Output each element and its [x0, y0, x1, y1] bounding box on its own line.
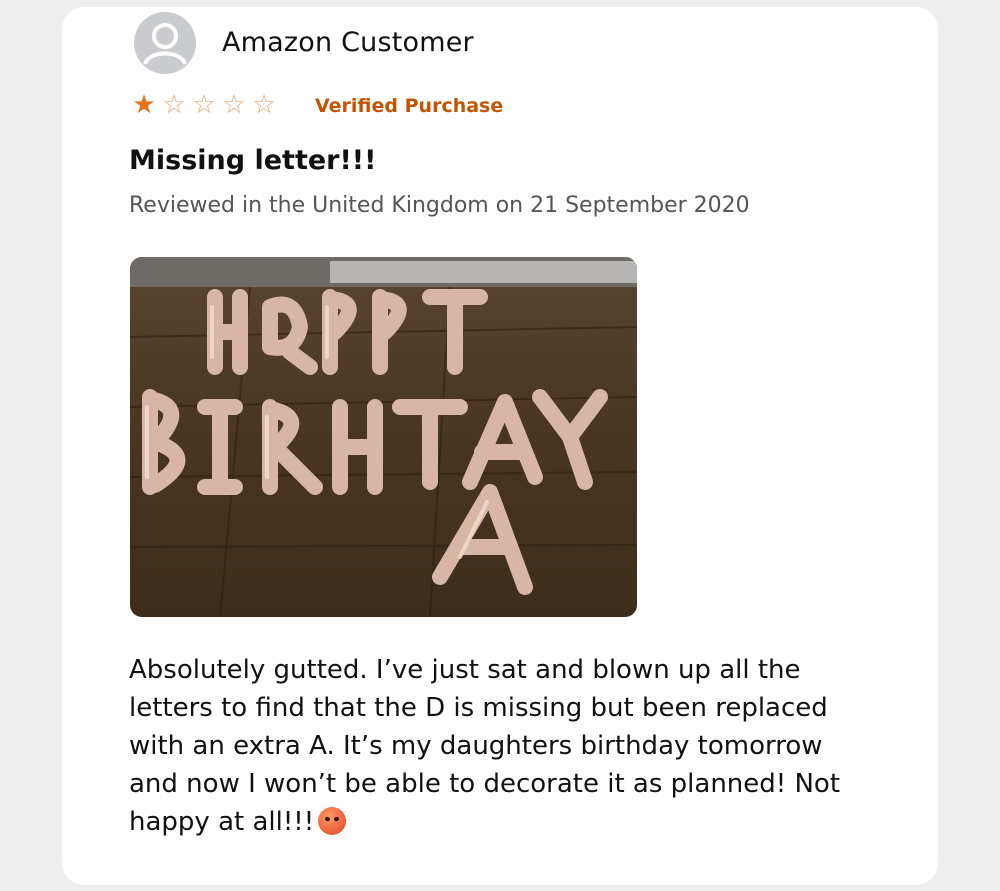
star-filled-icon: ★: [132, 90, 156, 120]
review-title: Missing letter!!!: [129, 145, 377, 176]
star-empty-icon: ☆: [192, 90, 216, 120]
star-rating: ★ ☆ ☆ ☆ ☆: [129, 91, 279, 119]
star-empty-icon: ☆: [252, 90, 276, 120]
review-meta: Reviewed in the United Kingdom on 21 Sep…: [129, 193, 750, 218]
verified-purchase-badge: Verified Purchase: [315, 95, 504, 117]
reviewer-name[interactable]: Amazon Customer: [222, 27, 474, 58]
balloon-photo-icon: [130, 257, 637, 617]
star-empty-icon: ☆: [162, 90, 186, 120]
review-body: Absolutely gutted. I’ve just sat and blo…: [129, 651, 869, 841]
avatar[interactable]: [134, 12, 196, 74]
review-text: Absolutely gutted. I’ve just sat and blo…: [129, 655, 841, 837]
star-empty-icon: ☆: [222, 90, 246, 120]
angry-face-emoji-icon: [318, 807, 347, 835]
review-photo[interactable]: [130, 257, 637, 617]
review-card: Amazon Customer ★ ☆ ☆ ☆ ☆ Verified Purch…: [62, 7, 938, 885]
person-icon: [134, 12, 196, 74]
